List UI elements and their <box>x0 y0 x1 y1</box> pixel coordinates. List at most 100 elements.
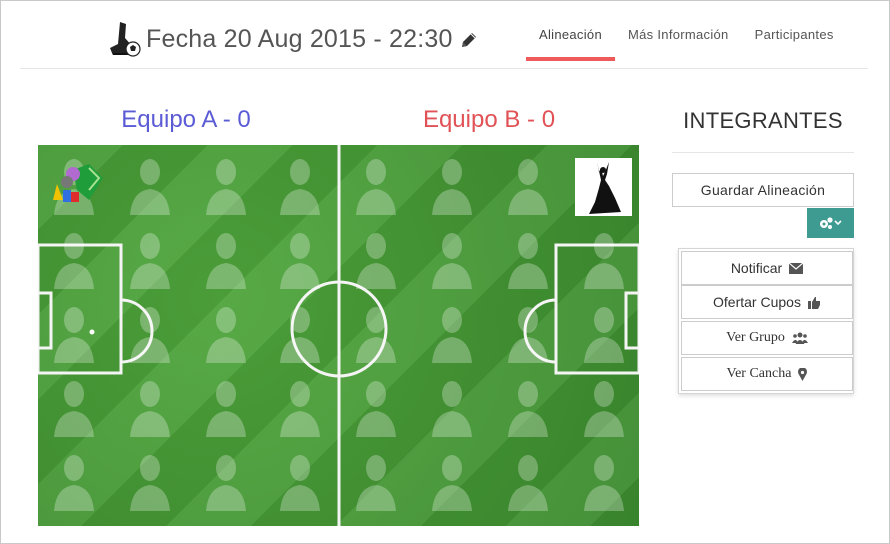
player-slot-a[interactable] <box>204 377 248 437</box>
player-silhouette-icon <box>432 307 472 363</box>
tab-alineacion[interactable]: Alineación <box>526 0 615 69</box>
player-silhouette-icon <box>584 455 624 511</box>
team-a-title: Equipo A - 0 <box>121 106 251 133</box>
player-slot-a[interactable] <box>52 451 96 511</box>
player-slot-b[interactable] <box>354 229 398 289</box>
player-silhouette-icon <box>130 455 170 511</box>
player-slot-a[interactable] <box>52 303 96 363</box>
player-slot-b[interactable] <box>430 451 474 511</box>
player-silhouette-icon <box>432 233 472 289</box>
tab-label: Alineación <box>539 27 602 42</box>
player-silhouette-icon <box>280 233 320 289</box>
player-slot-b[interactable] <box>506 229 550 289</box>
page-title: Fecha 20 Aug 2015 - 22:30 <box>146 24 453 53</box>
player-slot-b[interactable] <box>506 451 550 511</box>
map-marker-icon <box>798 367 808 381</box>
save-lineup-button[interactable]: Guardar Alineación <box>672 173 854 207</box>
player-slot-a[interactable] <box>204 229 248 289</box>
envelope-icon <box>789 262 804 274</box>
team-b-dancer-logo-icon <box>589 162 621 214</box>
tab-participantes[interactable]: Participantes <box>742 0 847 69</box>
player-silhouette-icon <box>356 455 396 511</box>
player-slot-a[interactable] <box>128 451 172 511</box>
player-slot-a[interactable] <box>52 377 96 437</box>
player-slot-a[interactable] <box>52 229 96 289</box>
page-header: Fecha 20 Aug 2015 - 22:30 Alineación Más… <box>20 0 868 69</box>
player-silhouette-icon <box>508 233 548 289</box>
player-silhouette-icon <box>130 233 170 289</box>
player-silhouette-icon <box>130 159 170 215</box>
player-silhouette-icon <box>508 159 548 215</box>
options-dropdown-button[interactable] <box>807 208 854 238</box>
soccer-boot-ball-icon <box>110 22 141 57</box>
player-silhouette-icon <box>206 307 246 363</box>
player-slot-b[interactable] <box>582 451 626 511</box>
player-slot-b[interactable] <box>582 303 626 363</box>
player-slot-b[interactable] <box>582 229 626 289</box>
panel-title: INTEGRANTES <box>683 108 843 133</box>
player-slot-b[interactable] <box>354 155 398 215</box>
player-slot-b[interactable] <box>354 451 398 511</box>
player-slot-b[interactable] <box>430 155 474 215</box>
player-slot-a[interactable] <box>128 303 172 363</box>
player-slot-b[interactable] <box>506 155 550 215</box>
player-silhouette-icon <box>54 381 94 437</box>
view-field-menu-item[interactable]: Ver Cancha <box>681 357 853 391</box>
player-silhouette-icon <box>280 455 320 511</box>
team-a-logo-icon <box>53 164 103 202</box>
player-silhouette-icon <box>508 307 548 363</box>
player-slot-a[interactable] <box>128 229 172 289</box>
player-silhouette-icon <box>206 233 246 289</box>
offer-spots-menu-item[interactable]: Ofertar Cupos <box>681 285 853 319</box>
player-silhouette-icon <box>356 233 396 289</box>
pencil-icon[interactable] <box>460 31 478 49</box>
soccer-pitch <box>38 145 639 526</box>
options-menu: Notificar Ofertar Cupos Ver Grupo Ver Ca… <box>678 248 854 394</box>
player-slot-a[interactable] <box>278 303 322 363</box>
player-slot-a[interactable] <box>204 155 248 215</box>
thumbs-up-icon <box>807 296 821 309</box>
menu-item-label: Ofertar Cupos <box>713 294 801 310</box>
player-silhouette-icon <box>432 381 472 437</box>
player-silhouette-icon <box>584 307 624 363</box>
player-slot-b[interactable] <box>582 377 626 437</box>
tab-label: Participantes <box>754 27 834 42</box>
player-slot-a[interactable] <box>204 303 248 363</box>
player-slot-a[interactable] <box>128 377 172 437</box>
player-slot-a[interactable] <box>278 229 322 289</box>
title-group: Fecha 20 Aug 2015 - 22:30 <box>106 20 478 58</box>
view-group-menu-item[interactable]: Ver Grupo <box>681 321 853 355</box>
notify-menu-item[interactable]: Notificar <box>681 251 853 285</box>
player-slot-a[interactable] <box>128 155 172 215</box>
player-slot-a[interactable] <box>278 155 322 215</box>
player-slot-b[interactable] <box>354 303 398 363</box>
player-silhouette-icon <box>508 381 548 437</box>
player-silhouette-icon <box>432 455 472 511</box>
player-silhouette-icon <box>206 159 246 215</box>
player-slot-b[interactable] <box>506 377 550 437</box>
player-silhouette-icon <box>280 159 320 215</box>
player-silhouette-icon <box>280 307 320 363</box>
player-silhouette-icon <box>356 307 396 363</box>
player-slot-b[interactable] <box>430 377 474 437</box>
player-silhouette-icon <box>584 233 624 289</box>
team-b-title: Equipo B - 0 <box>422 106 556 133</box>
player-slot-a[interactable] <box>278 377 322 437</box>
menu-item-label: Notificar <box>730 260 783 276</box>
player-silhouette-icon <box>206 381 246 437</box>
player-slot-a[interactable] <box>204 451 248 511</box>
player-silhouette-icon <box>206 455 246 511</box>
lineup-slots <box>38 145 639 526</box>
player-slot-b[interactable] <box>506 303 550 363</box>
team-b-logo <box>575 158 632 216</box>
player-silhouette-icon <box>508 455 548 511</box>
divider <box>672 152 854 153</box>
tab-mas-informacion[interactable]: Más Información <box>615 0 742 69</box>
player-slot-b[interactable] <box>430 303 474 363</box>
player-silhouette-icon <box>54 233 94 289</box>
menu-item-label: Ver Cancha <box>726 366 792 381</box>
player-slot-a[interactable] <box>278 451 322 511</box>
player-slot-b[interactable] <box>430 229 474 289</box>
player-silhouette-icon <box>356 381 396 437</box>
player-slot-b[interactable] <box>354 377 398 437</box>
